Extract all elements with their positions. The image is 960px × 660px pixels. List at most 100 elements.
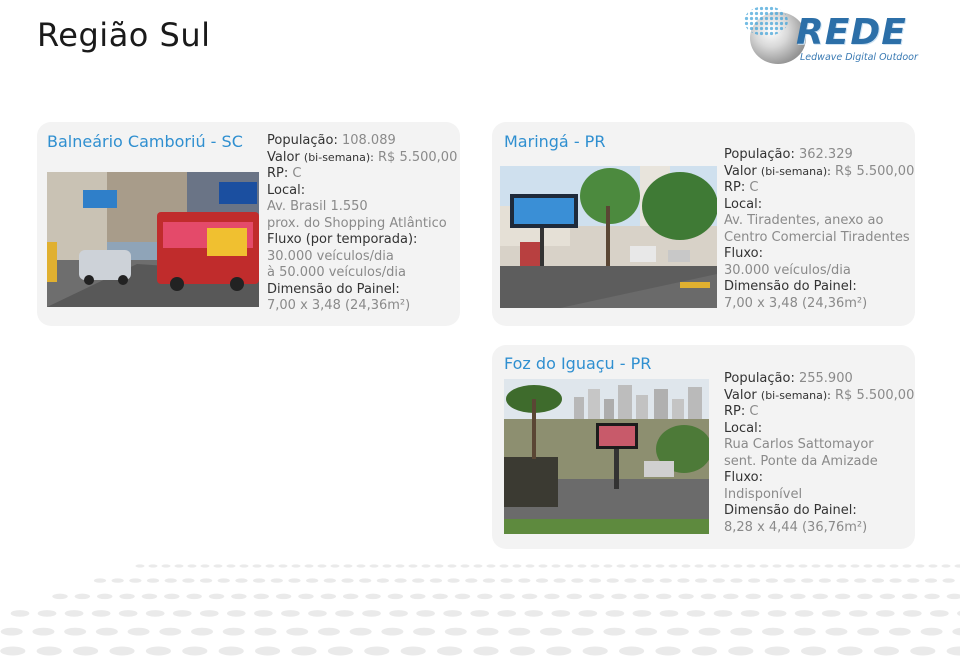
detail-line: Indisponível [724,487,914,504]
floor-dot [740,610,760,617]
floor-dot [499,564,509,568]
floor-dot [213,564,223,568]
floor-dot [335,610,354,617]
detail-value: Centro Comercial Tiradentes [724,229,910,245]
detail-label: Fluxo: [724,470,763,485]
detail-line: 7,00 x 3,48 (24,36m²) [724,296,914,313]
floor-dot [748,578,761,583]
floor-dot [633,593,650,600]
floor-dot [954,564,960,568]
floor-dot [226,610,246,617]
detail-value: C [292,166,302,181]
floor-dot [863,564,873,568]
floor-dot [381,627,404,636]
floor-dot [96,593,113,600]
floor-dot [848,610,868,617]
floor-dot [119,593,135,600]
card-city-name: Maringá - PR [504,132,606,151]
floor-dot [930,610,949,617]
detail-label: População: [724,371,799,386]
floor-dot [793,627,816,636]
detail-label-note: (bi-semana): [760,388,831,402]
floor-dot [465,578,478,583]
floor-dot [952,627,960,636]
floor-dot [286,627,309,636]
floor-dot [698,627,721,636]
floor-dot [408,564,418,568]
floor-dot [64,627,87,636]
detail-label: População: [267,133,342,148]
floor-dot [745,593,761,600]
detail-value: R$ 5.500,00 [830,387,915,403]
floor-dot [320,593,337,600]
floor-dot [304,564,314,568]
card-details: População: 255.900 Valor (bi-semana): R$ … [724,371,914,536]
detail-value: R$ 5.500,00 [373,149,458,165]
floor-dot [767,610,787,617]
detail-line: Rua Carlos Sattomayor [724,437,914,454]
floor-dot [564,564,574,568]
floor-dot [582,646,608,656]
floor-dot [641,578,655,583]
floor-dot [341,578,354,583]
detail-value: à 50.000 veículos/dia [267,265,406,280]
card-details: População: 108.089 Valor (bi-semana): R$ … [267,133,457,315]
floor-dot [941,564,951,568]
floor-dot [946,646,960,656]
floor-dot [730,627,753,636]
floor-dot [141,593,158,600]
rede-logo: REDE Ledwave Digital Outdoor [744,4,918,66]
floor-dot [376,578,389,583]
floor-dot [659,578,672,583]
floor-dot [161,564,171,568]
floor-dot [539,627,562,636]
floor-dot [811,564,821,568]
detail-label: Local: [267,182,306,198]
floor-dot [164,593,180,600]
floor-dot [164,578,177,583]
detail-value: 8,28 x 4,44 (36,76m²) [724,519,868,535]
floor-dot [691,646,718,656]
floor-dot [759,564,769,568]
floor-dot [306,578,319,583]
floor-dot [924,593,940,600]
floor-dot [460,564,470,568]
floor-dot [135,564,145,568]
floor-dot [410,593,426,600]
floor-dot [226,564,236,568]
detail-label: Dimensão do Painel: [724,279,857,294]
floor-dot [174,564,184,568]
floor-dot [182,646,208,656]
detail-line: 8,28 x 4,44 (36,76m²) [724,520,914,537]
detail-line: População: 255.900 [724,371,914,388]
floor-dot [52,593,68,600]
floor-dot [924,578,938,583]
floor-dot [291,564,301,568]
detail-label: Valor [267,149,304,165]
floor-dot [111,578,124,583]
detail-value: R$ 5.500,00 [830,163,915,179]
floor-dot [535,578,549,583]
detail-line: RP: C [724,404,914,421]
floor-dot [454,593,471,600]
floor-dot [666,627,689,636]
card-maringa: Maringá - PR População: 362.329 Valor (bi… [492,122,915,326]
floor-dot [824,564,834,568]
floor-dot [901,593,918,600]
detail-label: Dimensão do Painel: [267,281,400,297]
floor-dot [857,627,880,636]
detail-value: 362.329 [798,147,853,162]
floor-dot [191,627,214,636]
floor-dot [611,593,627,600]
floor-dot [733,564,743,568]
floor-dot [632,610,652,617]
detail-label: Local: [724,420,763,436]
detail-value: 7,00 x 3,48 (24,36m²) [724,295,868,311]
detail-line: prox. do Shopping Atlântico [267,216,457,233]
floor-dot [720,564,730,568]
floor-dot [707,564,717,568]
detail-label: Local: [724,196,763,212]
floor-dot [821,610,841,617]
floor-dot [603,627,626,636]
detail-value: 108.089 [341,133,396,148]
